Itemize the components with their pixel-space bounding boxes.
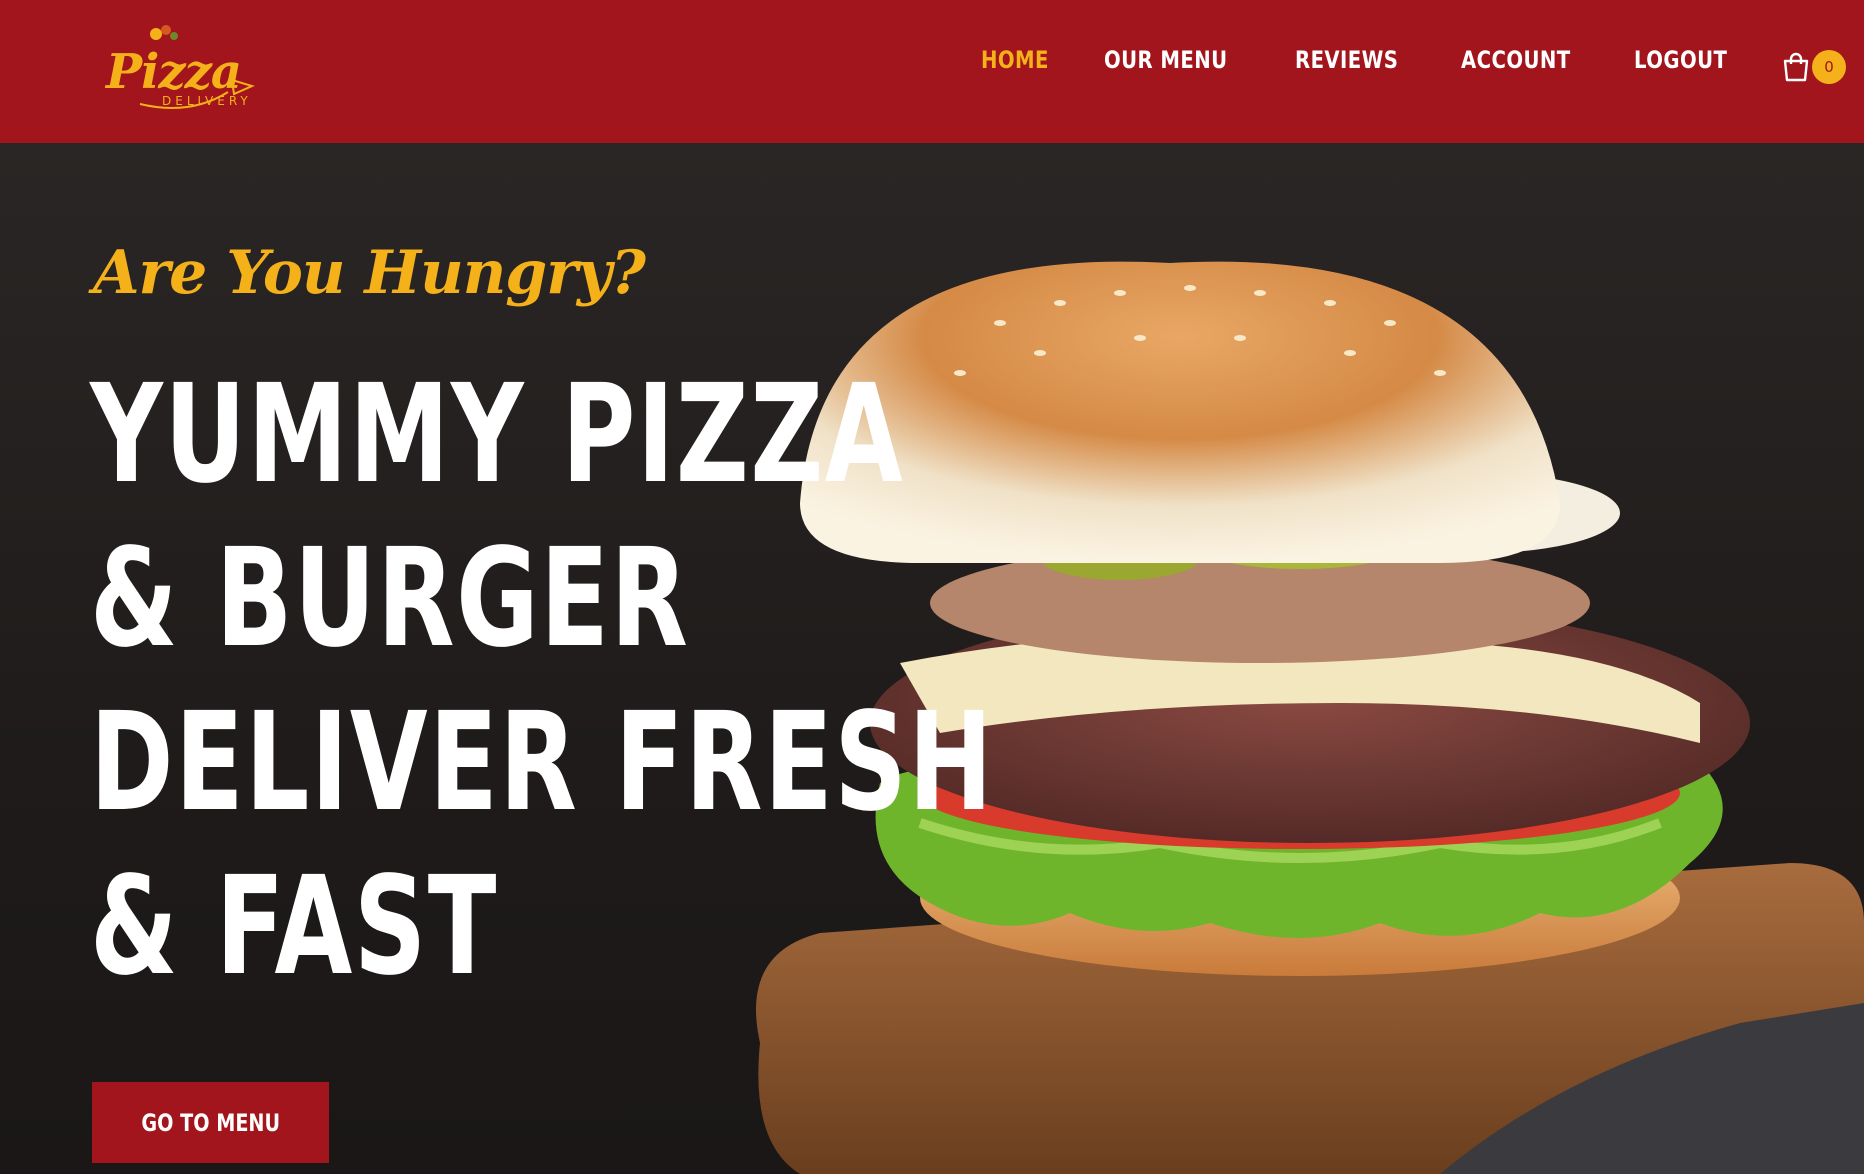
hero-section: Are You Hungry? YUMMY PIZZA & BURGER DEL…: [0, 143, 1864, 1174]
headline-line-4: & FAST: [90, 848, 498, 1006]
pizza-delivery-logo[interactable]: Pizza DELIVERY: [100, 20, 260, 116]
cart-count-badge: 0: [1812, 50, 1846, 84]
headline-line-3: DELIVER FRESH: [90, 684, 994, 842]
nav-link-our-menu[interactable]: OUR MENU: [1104, 46, 1227, 74]
cart-button[interactable]: 0: [1782, 50, 1846, 84]
headline-line-2: & BURGER: [90, 520, 690, 678]
nav-link-home[interactable]: HOME: [981, 46, 1049, 74]
go-to-menu-label: GO TO MENU: [141, 1108, 280, 1137]
headline-line-1: YUMMY PIZZA: [90, 356, 905, 514]
site-header: Pizza DELIVERY HOME OUR MENU REVIEWS ACC…: [0, 0, 1864, 143]
logo-wordmark: Pizza: [106, 44, 242, 100]
nav-link-reviews[interactable]: REVIEWS: [1295, 46, 1398, 74]
hero-tagline: Are You Hungry?: [93, 238, 646, 308]
nav-link-logout[interactable]: LOGOUT: [1634, 46, 1727, 74]
go-to-menu-button[interactable]: GO TO MENU: [92, 1082, 329, 1163]
logo-subtext: DELIVERY: [162, 94, 252, 108]
nav-link-account[interactable]: ACCOUNT: [1461, 46, 1571, 74]
hero-headline: YUMMY PIZZA & BURGER DELIVER FRESH & FAS…: [90, 353, 994, 1009]
shopping-bag-icon: [1783, 52, 1809, 82]
main-navigation: HOME OUR MENU REVIEWS ACCOUNT LOGOUT: [981, 46, 1748, 74]
